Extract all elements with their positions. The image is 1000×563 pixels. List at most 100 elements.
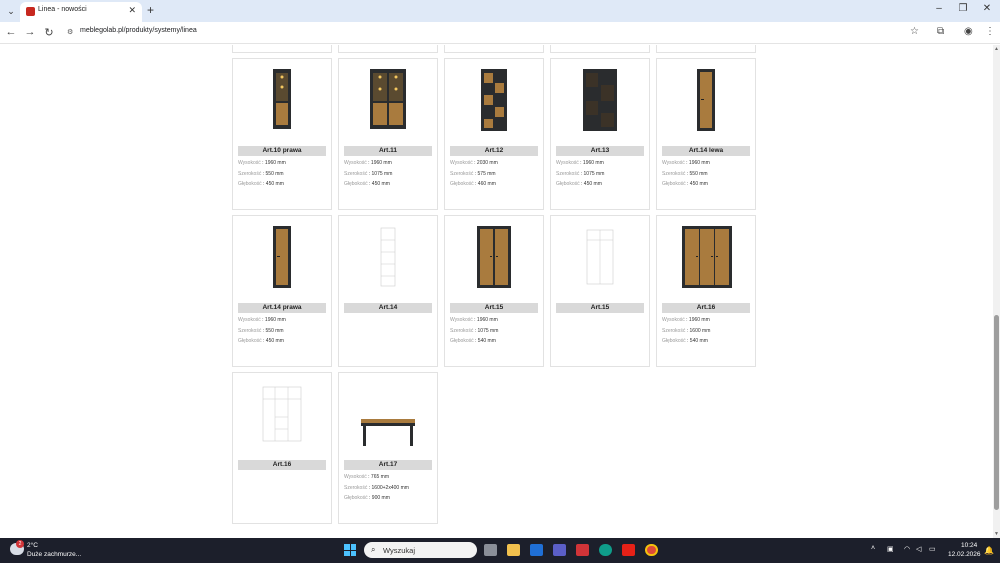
outlook-icon[interactable] [530, 544, 543, 556]
product-card[interactable]: Art.15 Wysokość : 1960 mm Szerokość : 1075… [444, 215, 544, 367]
product-name[interactable]: Art.15 [450, 303, 538, 313]
product-name[interactable]: Art.16 [662, 303, 750, 313]
site-info-icon[interactable]: ⚙ [67, 28, 75, 36]
product-spec: Wysokość : 1960 mm [450, 317, 498, 323]
clock-date[interactable]: 12.02.2026 [948, 551, 981, 558]
spec-value: 2030 mm [476, 160, 498, 166]
product-image[interactable] [339, 220, 437, 300]
youtube-icon[interactable] [622, 544, 635, 556]
product-card[interactable]: Art.10 prawa Wysokość : 1960 mm Szerokość … [232, 58, 332, 210]
product-card[interactable]: Art.14 prawa Wysokość : 1960 mm Szerokość … [232, 215, 332, 367]
scroll-thumb[interactable] [994, 315, 999, 510]
product-image[interactable] [657, 63, 755, 143]
product-card[interactable]: Art.12 Wysokość : 2030 mm Szerokość : 575 … [444, 58, 544, 210]
spec-label: Głębokość [450, 338, 474, 344]
spec-value: 550 mm [265, 170, 284, 177]
security-app-icon[interactable] [576, 544, 589, 556]
profile-icon[interactable]: ◉ [964, 26, 973, 37]
product-card[interactable]: Art.15 [550, 215, 650, 367]
spec-label: Głębokość [662, 338, 686, 344]
product-name[interactable]: Art.13 [556, 146, 644, 156]
spec-value: 450 mm [265, 338, 284, 344]
product-name[interactable]: Art.15 [556, 303, 644, 313]
product-card[interactable]: Art.17 Wysokość : 765 mm Szerokość : 1600+… [338, 372, 438, 524]
clock-time[interactable]: 10:24 [961, 542, 977, 549]
spec-label: Szerokość [344, 484, 368, 491]
spec-label: Głębokość [662, 181, 686, 187]
product-image[interactable] [657, 220, 755, 300]
product-card[interactable]: Art.11 Wysokość : 1960 mm Szerokość : 1075… [338, 58, 438, 210]
edge-icon[interactable] [599, 544, 612, 556]
product-name[interactable]: Art.17 [344, 460, 432, 470]
page-content: Art.10 prawa Wysokość : 1960 mm Szerokość … [0, 45, 993, 538]
scroll-up-icon[interactable]: ▲ [994, 46, 999, 52]
product-image[interactable] [233, 220, 331, 300]
teams-icon[interactable] [553, 544, 566, 556]
menu-icon[interactable]: ⋮ [985, 26, 995, 37]
forward-icon[interactable]: → [23, 26, 37, 38]
close-window-icon[interactable]: ✕ [977, 3, 997, 14]
product-image[interactable] [445, 220, 543, 300]
product-name[interactable]: Art.16 [238, 460, 326, 470]
product-spec: Wysokość : 1960 mm [238, 160, 286, 166]
task-view-icon[interactable] [484, 544, 497, 556]
product-image[interactable] [233, 63, 331, 143]
new-tab-icon[interactable]: + [147, 3, 154, 17]
taskbar-search[interactable]: ⌕ Wyszukaj [364, 542, 477, 558]
address-bar[interactable]: meblegolab.pl/produkty/systemy/linea [80, 27, 197, 34]
product-image[interactable] [551, 220, 649, 300]
product-spec: Głębokość : 900 mm [344, 495, 390, 501]
product-spec: Wysokość : 1960 mm [344, 160, 392, 166]
product-card[interactable]: Art.14 lewa Wysokość : 1960 mm Szerokość :… [656, 58, 756, 210]
product-image[interactable] [339, 63, 437, 143]
product-spec: Szerokość : 1075 mm [450, 328, 498, 334]
product-image[interactable] [233, 377, 331, 457]
taskbar: 2 2°C Duże zachmurze... ⌕ Wyszukaj ˄ ▣ ◠… [0, 538, 1000, 563]
spec-value: 540 mm [689, 338, 708, 344]
product-spec: Głębokość : 450 mm [238, 181, 284, 187]
close-tab-icon[interactable]: ✕ [128, 5, 136, 16]
product-card[interactable]: Art.16 [232, 372, 332, 524]
product-spec: Głębokość : 450 mm [662, 181, 708, 187]
product-name[interactable]: Art.11 [344, 146, 432, 156]
product-name[interactable]: Art.14 [344, 303, 432, 313]
product-image[interactable] [551, 63, 649, 143]
product-image[interactable] [445, 63, 543, 143]
product-name[interactable]: Art.10 prawa [238, 146, 326, 156]
chrome-icon[interactable] [645, 544, 658, 556]
product-card[interactable]: Art.13 Wysokość : 1960 mm Szerokość : 1075… [550, 58, 650, 210]
reload-icon[interactable]: ↻ [42, 26, 56, 39]
card-remnant [550, 45, 650, 53]
back-icon[interactable]: ← [4, 26, 18, 38]
browser-tab[interactable]: Linea - nowości ✕ [20, 2, 142, 22]
product-card[interactable]: Art.16 Wysokość : 1960 mm Szerokość : 1600… [656, 215, 756, 367]
tray-app-icon[interactable]: ▣ [887, 545, 894, 553]
spec-label: Wysokość [344, 160, 367, 166]
weather-description[interactable]: Duże zachmurze... [27, 551, 81, 558]
extensions-icon[interactable]: ⧉ [937, 26, 944, 37]
weather-temperature[interactable]: 2°C [27, 542, 38, 549]
battery-icon[interactable]: ▭ [929, 545, 936, 553]
wifi-icon[interactable]: ◠ [904, 545, 910, 553]
minimize-icon[interactable]: – [929, 3, 949, 14]
scrollbar[interactable]: ▲ ▼ [993, 45, 1000, 538]
start-windows-icon[interactable] [344, 544, 356, 556]
tab-search-icon[interactable]: ⌄ [4, 4, 18, 18]
maximize-icon[interactable]: ❐ [953, 3, 973, 14]
product-card[interactable]: Art.14 [338, 215, 438, 367]
spec-value: 1960 mm [370, 160, 392, 166]
spec-label: Głębokość [344, 181, 368, 187]
bookmark-star-icon[interactable]: ☆ [910, 26, 919, 37]
product-image[interactable] [339, 377, 437, 457]
product-name[interactable]: Art.14 lewa [662, 146, 750, 156]
notification-bell-icon[interactable]: 🔔 [984, 546, 994, 555]
file-explorer-icon[interactable] [507, 544, 520, 556]
product-spec: Głębokość : 460 mm [450, 181, 496, 187]
tray-overflow-icon[interactable]: ˄ [871, 545, 875, 552]
scroll-down-icon[interactable]: ▼ [994, 531, 999, 537]
product-name[interactable]: Art.14 prawa [238, 303, 326, 313]
tab-title: Linea - nowości [38, 6, 87, 13]
product-spec: Szerokość : 550 mm [238, 171, 284, 177]
volume-icon[interactable]: ◁ [916, 545, 921, 553]
product-name[interactable]: Art.12 [450, 146, 538, 156]
